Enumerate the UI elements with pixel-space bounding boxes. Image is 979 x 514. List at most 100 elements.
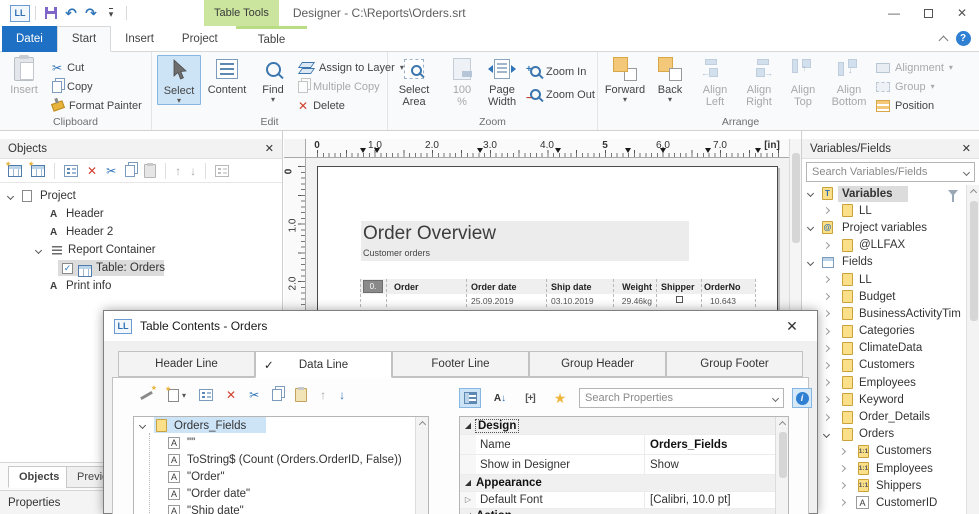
tree-item-column[interactable]: A ToString$ (Count (Orders.OrderID, False…	[134, 451, 428, 468]
move-up-icon[interactable]: ↑	[175, 165, 181, 177]
zoom-out-button[interactable]: − Zoom Out	[526, 85, 595, 105]
properties-icon[interactable]	[199, 389, 214, 401]
help-button[interactable]: ?	[953, 29, 973, 49]
vars-item[interactable]: @LLFAX	[802, 237, 979, 254]
paste-icon[interactable]	[144, 162, 157, 178]
close-panel-button[interactable]: ✕	[265, 142, 274, 155]
tree-item-header[interactable]: A Header	[0, 205, 282, 223]
visibility-checkbox[interactable]: ✓	[62, 262, 73, 274]
ruler-marker[interactable]	[360, 148, 366, 153]
minimize-button[interactable]: —	[877, 2, 911, 24]
properties-search-input[interactable]	[580, 389, 783, 407]
tree-item-print-info[interactable]: A Print info	[0, 277, 282, 295]
vars-item[interactable]: Budget	[802, 288, 979, 305]
tab-table[interactable]: Table	[235, 25, 308, 52]
ruler-marker[interactable]	[755, 148, 761, 153]
select-area-button[interactable]: Select Area	[392, 55, 436, 108]
tab-project[interactable]: Project	[168, 26, 232, 52]
info-button[interactable]: i	[792, 388, 812, 408]
move-down-icon[interactable]: ↓	[339, 389, 345, 401]
scroll-up-icon[interactable]	[967, 185, 979, 198]
align-right-button[interactable]: → Align Right	[738, 55, 780, 108]
delete-icon[interactable]: ✕	[87, 165, 97, 177]
tab-datei[interactable]: Datei	[2, 25, 57, 52]
vars-item[interactable]: ClimateData	[802, 340, 979, 357]
ruler-marker[interactable]	[625, 148, 631, 153]
back-button[interactable]: Back ▾	[650, 55, 690, 104]
sort-alphabetical-button[interactable]: A↓	[489, 388, 511, 408]
property-category-design[interactable]: ◢ Design	[460, 417, 788, 435]
paste-icon[interactable]	[295, 387, 308, 402]
insert-button[interactable]: Insert	[2, 55, 46, 96]
vars-item[interactable]: Keyword	[802, 391, 979, 408]
vars-item-fields[interactable]: Fields	[802, 254, 979, 271]
scroll-up-icon[interactable]	[416, 417, 428, 430]
ruler-marker[interactable]	[374, 148, 380, 153]
vars-item[interactable]: BusinessActivityTim	[802, 305, 979, 322]
cut-button[interactable]: ✂ Cut	[52, 58, 142, 77]
redo-button[interactable]: ↷	[81, 3, 101, 23]
report-title-object[interactable]: Order Overview Customer orders	[361, 221, 689, 261]
save-button[interactable]	[41, 3, 61, 23]
ruler-marker[interactable]	[705, 148, 711, 153]
forward-button[interactable]: Forward ▾	[602, 55, 648, 104]
dialog-titlebar[interactable]: LL Table Contents - Orders ✕	[104, 311, 817, 341]
move-down-icon[interactable]: ↓	[190, 165, 196, 177]
vars-item[interactable]: Customers	[802, 357, 979, 374]
grid-scrollbar[interactable]	[775, 417, 788, 514]
find-button[interactable]: Find ▾	[251, 55, 295, 104]
vars-item[interactable]: A CustomerID	[802, 494, 979, 511]
cut-icon[interactable]: ✂	[249, 389, 259, 401]
align-top-button[interactable]: ↑ Align Top	[782, 55, 824, 108]
delete-icon[interactable]: ✕	[226, 389, 236, 401]
close-button[interactable]: ✕	[945, 2, 979, 24]
vars-item[interactable]: Employees	[802, 374, 979, 391]
vars-item[interactable]: Order_Details	[802, 408, 979, 425]
tab-data-line[interactable]: ✓ Data Line	[255, 351, 392, 378]
move-up-icon[interactable]: ↑	[320, 389, 326, 401]
property-category-appearance[interactable]: ◢ Appearance	[460, 475, 788, 492]
vars-item-orders[interactable]: Orders	[802, 426, 979, 443]
vars-item-variables[interactable]: T Variables	[802, 185, 979, 202]
copy-button[interactable]: Copy	[52, 77, 142, 96]
vars-item[interactable]: 1:1 Employees	[802, 460, 979, 477]
vars-item[interactable]: @ Project variables	[802, 219, 979, 236]
scrollbar-thumb[interactable]	[778, 432, 787, 478]
zoom-in-button[interactable]: + Zoom In	[526, 62, 595, 81]
expand-all-button[interactable]: [+]	[519, 388, 541, 408]
scrollbar-thumb[interactable]	[792, 153, 800, 243]
scrollbar-thumb[interactable]	[969, 201, 978, 321]
vars-item[interactable]: LL	[802, 271, 979, 288]
close-panel-button[interactable]: ✕	[962, 142, 971, 155]
tree-item-table-orders[interactable]: ✓ Table: Orders	[0, 259, 282, 277]
properties-icon[interactable]	[64, 164, 78, 177]
vars-item[interactable]: 1:1 Customers	[802, 443, 979, 460]
ruler-marker[interactable]	[660, 148, 666, 153]
tab-group-header[interactable]: Group Header	[529, 351, 666, 377]
undo-button[interactable]: ↶	[61, 3, 81, 23]
collapse-ribbon-button[interactable]	[933, 29, 953, 49]
property-row-name[interactable]: Name Orders_Fields	[460, 435, 788, 455]
variables-search-input[interactable]	[807, 163, 974, 181]
maximize-button[interactable]	[911, 2, 945, 24]
tree-item-column[interactable]: A "Order date"	[134, 485, 428, 502]
scroll-up-icon[interactable]	[776, 417, 788, 430]
favorites-button[interactable]: ★	[549, 388, 571, 408]
report-table-object[interactable]: 0. Order Order date Ship date Weight Shi…	[318, 279, 779, 307]
page-width-button[interactable]: Page Width	[480, 55, 524, 108]
tab-header-line[interactable]: Header Line	[118, 351, 255, 377]
tree-item-column[interactable]: A "Ship date"	[134, 502, 428, 514]
property-row-default-font[interactable]: ▷ Default Font [Calibri, 10.0 pt]	[460, 492, 788, 509]
add-table-line-icon[interactable]	[28, 160, 45, 177]
bottom-tab-objects[interactable]: Objects	[8, 466, 71, 488]
vars-item[interactable]: Categories	[802, 323, 979, 340]
select-button[interactable]: Select ▾	[157, 55, 201, 105]
add-table-icon[interactable]	[5, 160, 22, 177]
position-button[interactable]: Position	[876, 96, 953, 115]
content-button[interactable]: Content	[205, 55, 249, 96]
tab-start[interactable]: Start	[56, 26, 112, 52]
cut-icon[interactable]: ✂	[106, 165, 116, 177]
properties-search[interactable]	[579, 388, 784, 408]
vars-item[interactable]: LL	[802, 202, 979, 219]
filter-icon[interactable]	[948, 190, 958, 202]
